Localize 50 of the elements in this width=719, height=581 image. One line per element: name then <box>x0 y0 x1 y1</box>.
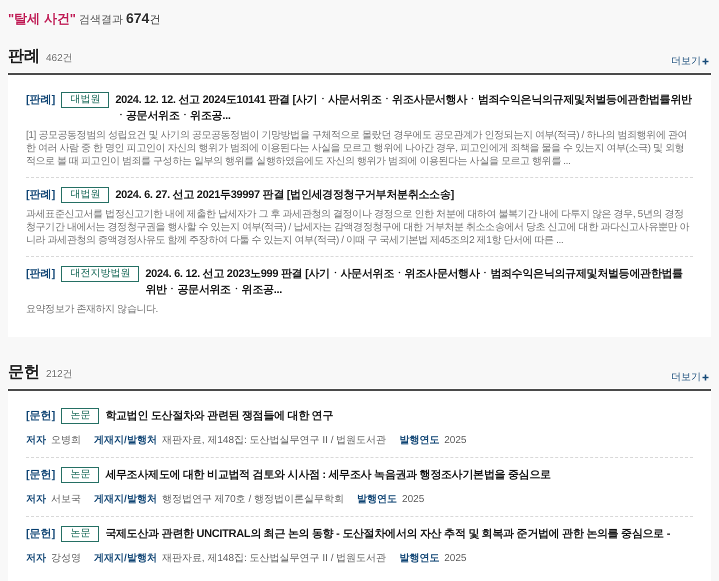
meta-label: 발행연도 <box>399 552 440 566</box>
meta-value: 강성영 <box>51 552 81 566</box>
meta-label: 발행연도 <box>357 493 398 507</box>
result-title[interactable]: 국제도산과 관련한 UNCITRAL의 최근 논의 동향 - 도산절차에서의 자산 추적 및 회복과 준거법에 관한 논의를 중심으로 - <box>105 526 670 542</box>
type-badge: 논문 <box>61 526 100 542</box>
result-title[interactable]: 세무조사제도에 대한 비교법적 검토와 시사점 : 세무조사 녹음권과 행정조사기본법을 중심으로 <box>105 467 551 483</box>
result-title[interactable]: 2024. 6. 27. 선고 2021두39997 판결 [법인세경정청구거부처분취소소송] <box>115 187 454 203</box>
category-tag: [문헌] <box>26 408 56 424</box>
result-count: 674건 <box>126 9 160 28</box>
meta-label: 게재지/발행처 <box>94 434 157 448</box>
more-link[interactable]: 더보기 <box>671 54 711 69</box>
meta-label: 저자 <box>26 493 46 507</box>
result-title[interactable]: 2024. 12. 12. 선고 2024도10141 판결 [사기ㆍ사문서위조ㆍ위조사문서행사ㆍ범죄수익은닉의규제및처벌등에관한법률위반ㆍ공문서위조ㆍ위조공... <box>115 92 693 124</box>
meta-value: 2025 <box>444 434 466 448</box>
result-title[interactable]: 학교법인 도산절차와 관련된 쟁점들에 대한 연구 <box>105 408 334 424</box>
meta-value: 재판자료, 제148집: 도산법실무연구 II / 법원도서관 <box>162 552 386 566</box>
type-badge: 논문 <box>61 408 100 424</box>
result-summary: 과세표준신고서를 법정신고기한 내에 제출한 납세자가 그 후 과세관청의 결정이나 경정으로 인한 처분에 대하여 불복기간 내에 다투지 않은 경우, 5년의 경정청구기간 내에서는 경정청구권을 행사할 수 있는지 여부(적극) / 납세자는 감액경정청구에 대한 거부처분 취소소송에서 당초 신고에 대한 과다신고사유뿐만 아니라 과세관청의 증액경정사유도 함께 주장하여 다툴 수 있는지 여부(적극) / 이때 구 국세기본법 제45조의2 제1항 단서에 따른 ... <box>26 208 690 247</box>
result-summary: [1] 공모공동정범의 성립요건 및 사기의 공모공동정범이 기망방법을 구체적으로 몰랐던 경우에도 공모관계가 인정되는지 여부(적극) / 하나의 범죄행위에 관여한 여러 사람 중 한 명인 피고인이 자신의 행위가 범죄에 이용된다는 사실을 모르고 행위에 나아간 경우, 피고인에게 죄책을 물을 수 있는지 여부(소극) 및 외형적으로 볼 때 피고인이 범죄를 구성하는 일부의 행위를 실행하였음에도 자신의 행위가 범죄에 이용된다는 사실을 모르고 행위를 ... <box>26 129 688 168</box>
plus-icon <box>702 58 709 65</box>
category-tag: [문헌] <box>26 526 56 542</box>
meta-label: 저자 <box>26 434 46 448</box>
type-badge: 논문 <box>61 467 100 483</box>
more-link[interactable]: 더보기 <box>671 370 711 385</box>
category-tag: [판례] <box>26 92 56 108</box>
plus-icon <box>702 374 709 381</box>
section-title: 문헌 <box>8 363 40 383</box>
result-summary: 요약정보가 존재하지 않습니다. <box>26 303 159 316</box>
result-label: 검색결과 <box>78 13 123 28</box>
meta-label: 발행연도 <box>399 434 440 448</box>
meta-value: 재판자료, 제148집: 도산법실무연구 II / 법원도서관 <box>162 434 386 448</box>
court-badge: 대법원 <box>61 187 110 203</box>
category-tag: [판례] <box>26 266 56 282</box>
meta-label: 저자 <box>26 552 46 566</box>
meta-value: 2025 <box>402 493 424 507</box>
category-tag: [문헌] <box>26 467 56 483</box>
meta-value: 서보국 <box>51 493 81 507</box>
result-title[interactable]: 2024. 6. 12. 선고 2023노999 판결 [사기ㆍ사문서위조ㆍ위조사문서행사ㆍ범죄수익은닉의규제및처벌등에관한법률위반ㆍ공문서위조ㆍ위조공... <box>145 266 693 298</box>
meta-value: 2025 <box>444 552 466 566</box>
meta-value: 오병희 <box>51 434 81 448</box>
court-badge: 대전지방법원 <box>61 266 140 282</box>
court-badge: 대법원 <box>61 92 110 108</box>
meta-label: 게재지/발행처 <box>94 552 157 566</box>
category-tag: [판례] <box>26 187 56 203</box>
meta-value: 행정법연구 제70호 / 행정법이론실무학회 <box>162 493 344 507</box>
section-count: 212건 <box>46 368 73 382</box>
meta-label: 게재지/발행처 <box>94 493 157 507</box>
search-query: "탈세 사건" <box>8 10 76 28</box>
section-count: 462건 <box>46 52 73 66</box>
section-title: 판례 <box>8 47 40 67</box>
